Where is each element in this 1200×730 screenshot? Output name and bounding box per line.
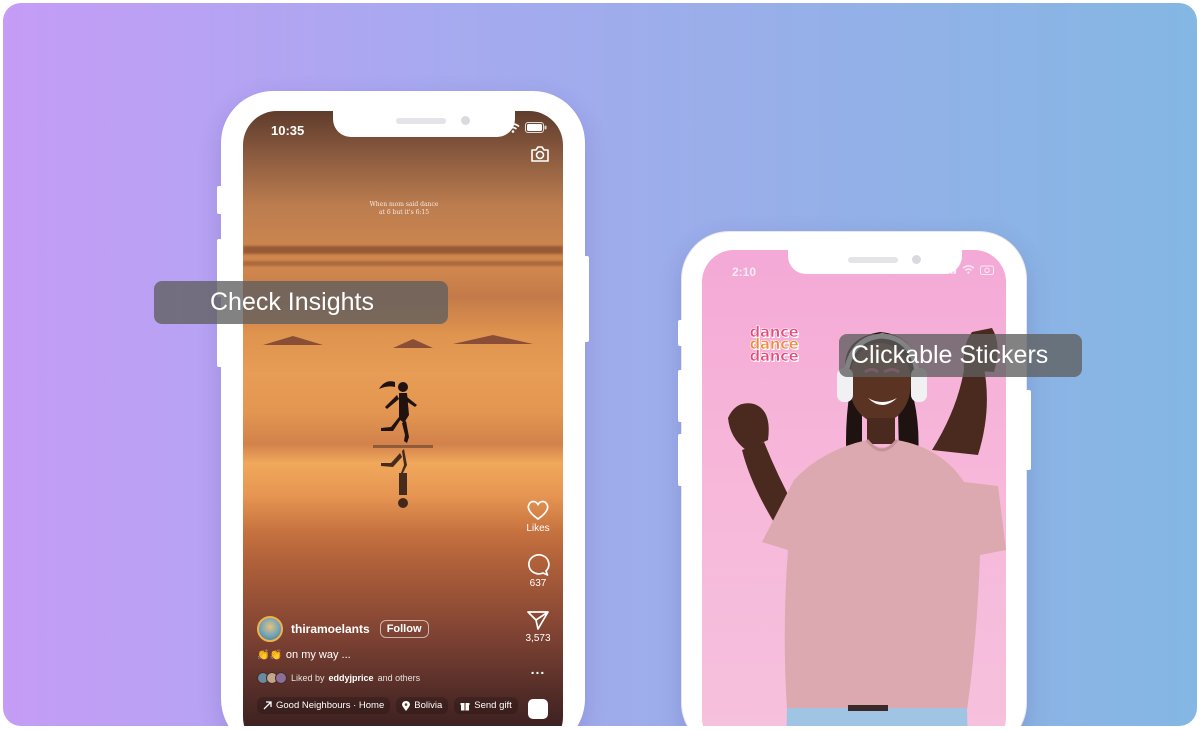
- like-button[interactable]: Likes: [523, 499, 553, 534]
- caption: 👏👏 on my way ...: [257, 649, 351, 661]
- signal-icon: [943, 265, 957, 274]
- avatar[interactable]: [257, 616, 283, 642]
- story-screen[interactable]: dance dance dance 2:10: [702, 250, 1006, 726]
- liked-suffix: and others: [377, 673, 421, 683]
- video-overlay-text: When mom said dance at 6 but it's 6:15: [369, 201, 439, 216]
- front-camera: [912, 255, 921, 264]
- send-icon: [527, 611, 549, 630]
- chip-label: Good Neighbours · Home: [276, 700, 385, 711]
- dance-sticker[interactable]: dance dance dance: [738, 324, 810, 365]
- power-button: [584, 256, 589, 342]
- comment-icon: [528, 554, 550, 576]
- liked-avatars: [257, 672, 287, 684]
- mountain: [263, 336, 323, 345]
- more-options-button[interactable]: ...: [523, 661, 553, 677]
- mountain: [393, 339, 433, 348]
- caption-text: on my way ...: [285, 649, 351, 661]
- location-pin-icon: [402, 700, 411, 711]
- mute-switch: [678, 320, 683, 346]
- volume-up-button: [678, 370, 683, 422]
- arrow-icon: [263, 701, 272, 710]
- reel-screen[interactable]: When mom said dance at 6 but it's 6:15 1…: [243, 111, 563, 726]
- chip-label: Send gift: [474, 700, 512, 711]
- profile-row: thiramoelants Follow: [257, 616, 429, 642]
- power-button: [1026, 390, 1031, 470]
- liked-user: eddyjprice: [328, 673, 374, 683]
- status-icons: [943, 264, 994, 275]
- heart-icon: [527, 500, 549, 521]
- follow-button[interactable]: Follow: [379, 620, 429, 638]
- front-camera: [461, 116, 470, 125]
- cloud-band: [243, 261, 563, 266]
- mute-switch: [217, 186, 222, 214]
- wifi-icon: [962, 265, 975, 274]
- right-phone: dance dance dance 2:10: [678, 231, 1031, 726]
- cloud-band: [243, 246, 563, 254]
- chip-label: Bolivia: [414, 700, 443, 711]
- clickable-stickers-label: Clickable Stickers: [839, 334, 1082, 377]
- liked-by-row[interactable]: Liked by eddyjprice and others: [257, 672, 420, 684]
- wifi-icon: [506, 122, 520, 133]
- location-chip[interactable]: Bolivia: [396, 697, 449, 714]
- status-icons: [485, 122, 547, 133]
- liked-prefix: Liked by: [291, 673, 325, 683]
- volume-down-button: [678, 434, 683, 486]
- runner-silhouette: [373, 381, 433, 508]
- left-phone: When mom said dance at 6 but it's 6:15 1…: [217, 91, 589, 726]
- camera-icon[interactable]: [529, 143, 551, 165]
- background-canvas: When mom said dance at 6 but it's 6:15 1…: [3, 3, 1197, 726]
- speaker-grille: [396, 118, 446, 124]
- likes-label: Likes: [526, 523, 550, 534]
- speaker-grille: [848, 257, 898, 263]
- battery-icon: [525, 122, 547, 133]
- signal-icon: [485, 122, 500, 133]
- username[interactable]: thiramoelants: [291, 622, 370, 636]
- mountain: [453, 335, 533, 344]
- gift-chip[interactable]: Send gift: [454, 697, 518, 714]
- gift-icon: [460, 702, 470, 711]
- sticker-line: dance: [749, 347, 799, 365]
- audio-chip[interactable]: Good Neighbours · Home: [257, 697, 391, 714]
- check-insights-label: Check Insights: [154, 281, 448, 324]
- notch: [788, 250, 962, 274]
- share-button[interactable]: 3,573: [523, 609, 553, 644]
- comment-button[interactable]: 637: [523, 554, 553, 589]
- camera-icon: [980, 265, 994, 275]
- comments-count: 637: [529, 578, 547, 589]
- dancer-photo: [728, 328, 1006, 726]
- status-time: 10:35: [271, 123, 305, 138]
- chips-row: Good Neighbours · Home Bolivia Send gift: [257, 697, 519, 714]
- shares-count: 3,573: [525, 633, 551, 644]
- clap-emoji: 👏👏: [257, 649, 282, 661]
- audio-thumbnail[interactable]: [528, 699, 548, 719]
- status-time: 2:10: [732, 265, 757, 279]
